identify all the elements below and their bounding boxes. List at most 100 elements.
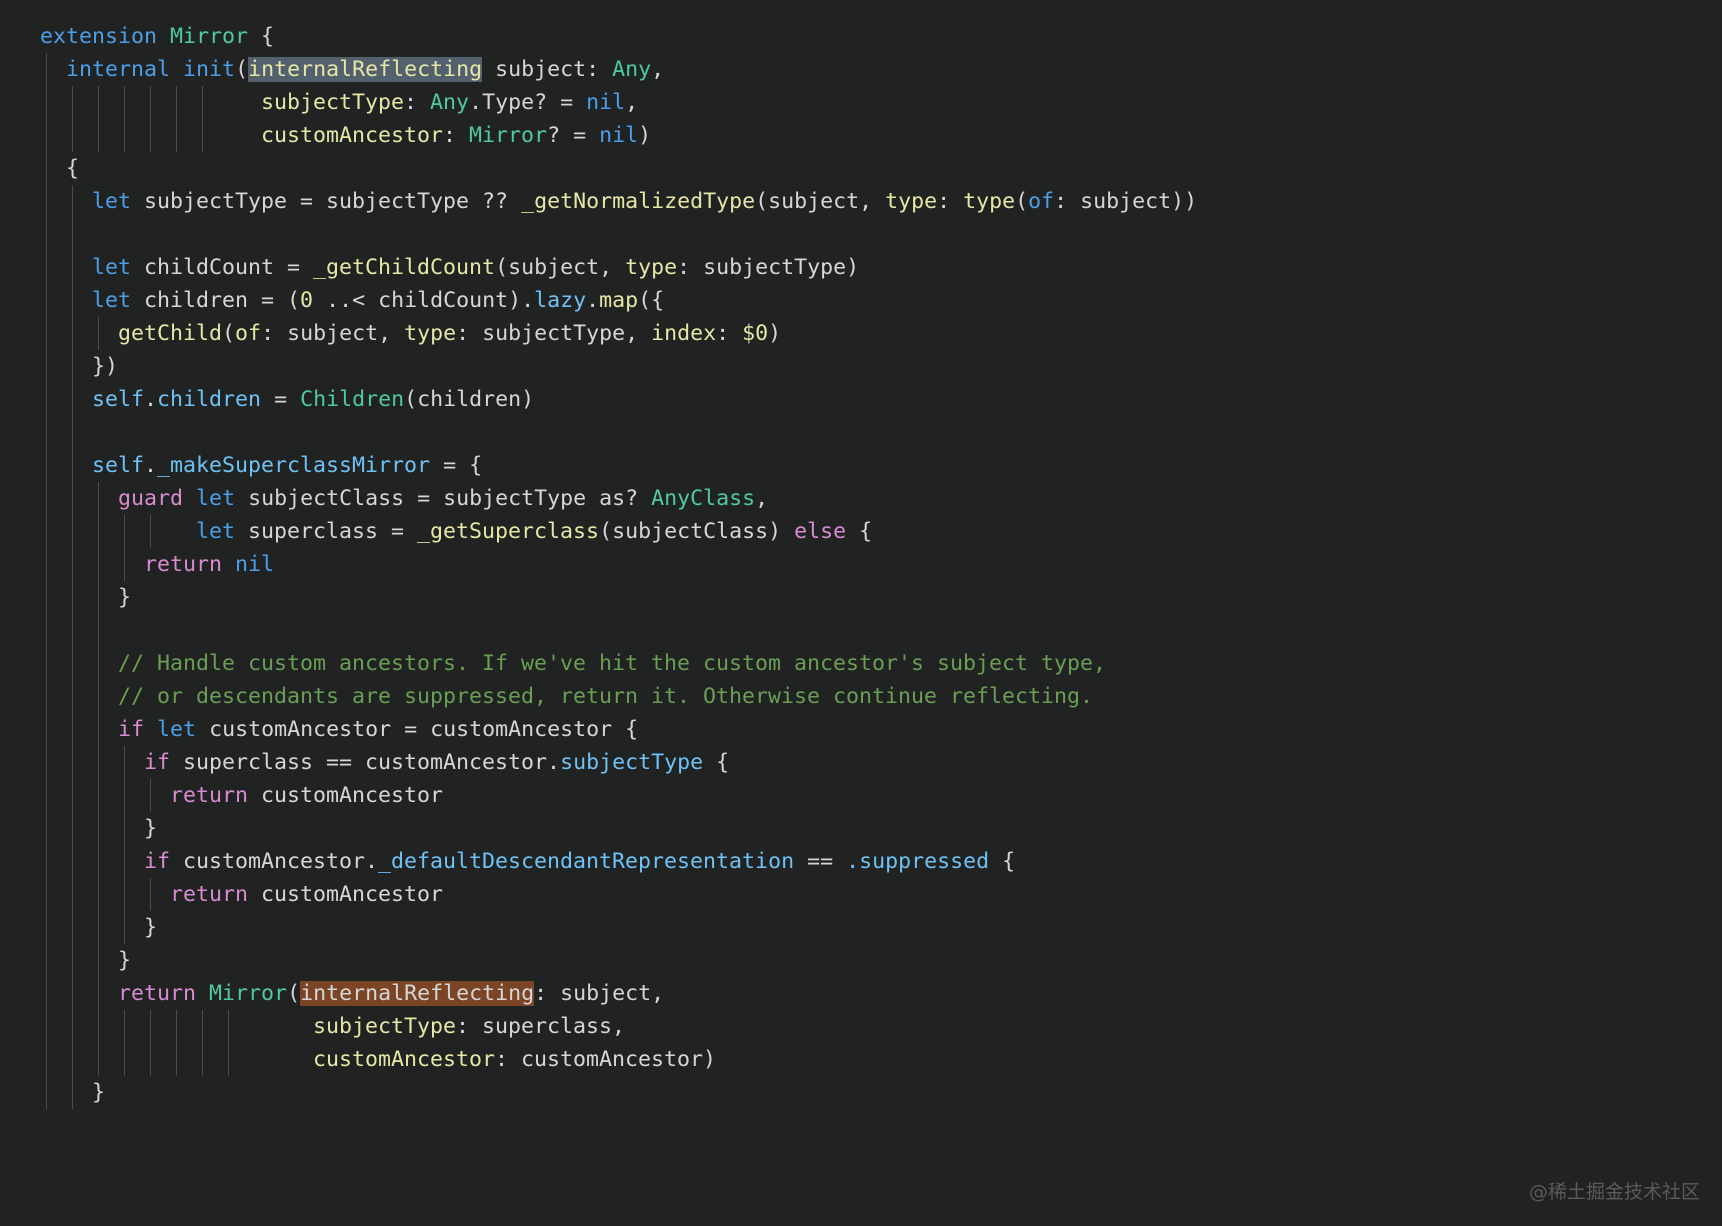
code-line[interactable]	[0, 218, 1722, 251]
indent-guide	[46, 911, 47, 944]
code-line[interactable]	[0, 614, 1722, 647]
indent-guide	[150, 779, 151, 812]
code-line[interactable]	[0, 416, 1722, 449]
indent-guide	[46, 944, 47, 977]
code-line[interactable]: return Mirror(internalReflecting: subjec…	[0, 977, 1722, 1010]
code-line[interactable]: internal init(internalReflecting subject…	[0, 53, 1722, 86]
code-line[interactable]: if let customAncestor = customAncestor {	[0, 713, 1722, 746]
code-line[interactable]: // or descendants are suppressed, return…	[0, 680, 1722, 713]
code-line[interactable]: customAncestor: customAncestor)	[0, 1043, 1722, 1076]
indent-guide	[46, 812, 47, 845]
code-token: // or descendants are suppressed, return…	[118, 684, 1094, 709]
code-token: map	[599, 288, 639, 313]
code-token: customAncestor	[248, 783, 444, 808]
code-content[interactable]: extension Mirror { internal init(interna…	[0, 20, 1722, 1109]
code-line[interactable]: getChild(of: subject, type: subjectType,…	[0, 317, 1722, 350]
indent-guide	[72, 515, 73, 548]
watermark: @稀土掘金技术社区	[1528, 1181, 1700, 1203]
code-line[interactable]: customAncestor: Mirror? = nil)	[0, 119, 1722, 152]
indent-guide	[98, 548, 99, 581]
indent-guide	[72, 548, 73, 581]
code-line[interactable]: self._makeSuperclassMirror = {	[0, 449, 1722, 482]
code-token: init	[183, 57, 236, 82]
indent-guide	[124, 911, 125, 944]
code-token: children = (	[131, 288, 301, 313]
code-token: (subject,	[495, 255, 626, 280]
indent-guide	[98, 1010, 99, 1043]
indent-guide	[72, 1010, 73, 1043]
code-token: )	[768, 321, 782, 346]
indent-guide	[98, 317, 99, 350]
code-line[interactable]: let children = (0 ..< childCount).lazy.m…	[0, 284, 1722, 317]
code-token: subjectType	[560, 750, 704, 775]
code-line[interactable]: }	[0, 911, 1722, 944]
code-token: : subjectType)	[677, 255, 860, 280]
indent-guide	[46, 218, 47, 251]
indent-guide	[202, 119, 203, 152]
indent-guide	[124, 812, 125, 845]
code-line[interactable]: if customAncestor._defaultDescendantRepr…	[0, 845, 1722, 878]
code-token: .Type? =	[469, 90, 587, 115]
code-token: type	[885, 189, 938, 214]
code-line[interactable]: return customAncestor	[0, 878, 1722, 911]
code-line[interactable]: extension Mirror {	[0, 20, 1722, 53]
code-line[interactable]: self.children = Children(children)	[0, 383, 1722, 416]
code-line[interactable]: return customAncestor	[0, 779, 1722, 812]
code-token: customAncestor	[261, 123, 444, 148]
indent-guide	[46, 647, 47, 680]
indent-guide	[72, 647, 73, 680]
code-line[interactable]: }	[0, 581, 1722, 614]
indent-guide	[72, 1076, 73, 1109]
code-token: :	[937, 189, 964, 214]
code-line[interactable]: if superclass == customAncestor.subjectT…	[0, 746, 1722, 779]
code-token: customAncestor.	[170, 849, 379, 874]
indent-guide	[176, 1010, 177, 1043]
code-token: (subject,	[755, 189, 886, 214]
code-token: ,	[755, 486, 769, 511]
code-line[interactable]: let subjectType = subjectType ?? _getNor…	[0, 185, 1722, 218]
code-line[interactable]: let superclass = _getSuperclass(subjectC…	[0, 515, 1722, 548]
code-line[interactable]: subjectType: Any.Type? = nil,	[0, 86, 1722, 119]
code-token: = {	[430, 453, 483, 478]
code-token: :	[404, 90, 431, 115]
code-line[interactable]: {	[0, 152, 1722, 185]
code-token: _makeSuperclassMirror	[157, 453, 431, 478]
code-line[interactable]: guard let subjectClass = subjectType as?…	[0, 482, 1722, 515]
code-line[interactable]: let childCount = _getChildCount(subject,…	[0, 251, 1722, 284]
code-token: let	[92, 189, 132, 214]
indent-guide	[72, 614, 73, 647]
indent-guide	[72, 185, 73, 218]
code-token: customAncestor	[313, 1047, 496, 1072]
code-line[interactable]: // Handle custom ancestors. If we've hit…	[0, 647, 1722, 680]
code-line[interactable]: return nil	[0, 548, 1722, 581]
code-line[interactable]: }	[0, 1076, 1722, 1109]
indent-guide	[72, 812, 73, 845]
code-token: {	[846, 519, 873, 544]
code-token: : superclass,	[456, 1014, 626, 1039]
indent-guide	[150, 1010, 151, 1043]
code-token: subjectType = subjectType ??	[131, 189, 522, 214]
code-token: if	[118, 717, 145, 742]
code-token: :	[443, 123, 470, 148]
indent-guide	[72, 944, 73, 977]
indent-guide	[124, 779, 125, 812]
indent-guide	[202, 1010, 203, 1043]
indent-guide	[46, 152, 47, 185]
code-editor[interactable]: extension Mirror { internal init(interna…	[0, 0, 1722, 1226]
code-line[interactable]: }	[0, 812, 1722, 845]
highlighted-token: internalReflecting	[300, 981, 535, 1006]
code-line[interactable]: })	[0, 350, 1722, 383]
code-line[interactable]: subjectType: superclass,	[0, 1010, 1722, 1043]
indent-guide	[176, 86, 177, 119]
code-line[interactable]: }	[0, 944, 1722, 977]
